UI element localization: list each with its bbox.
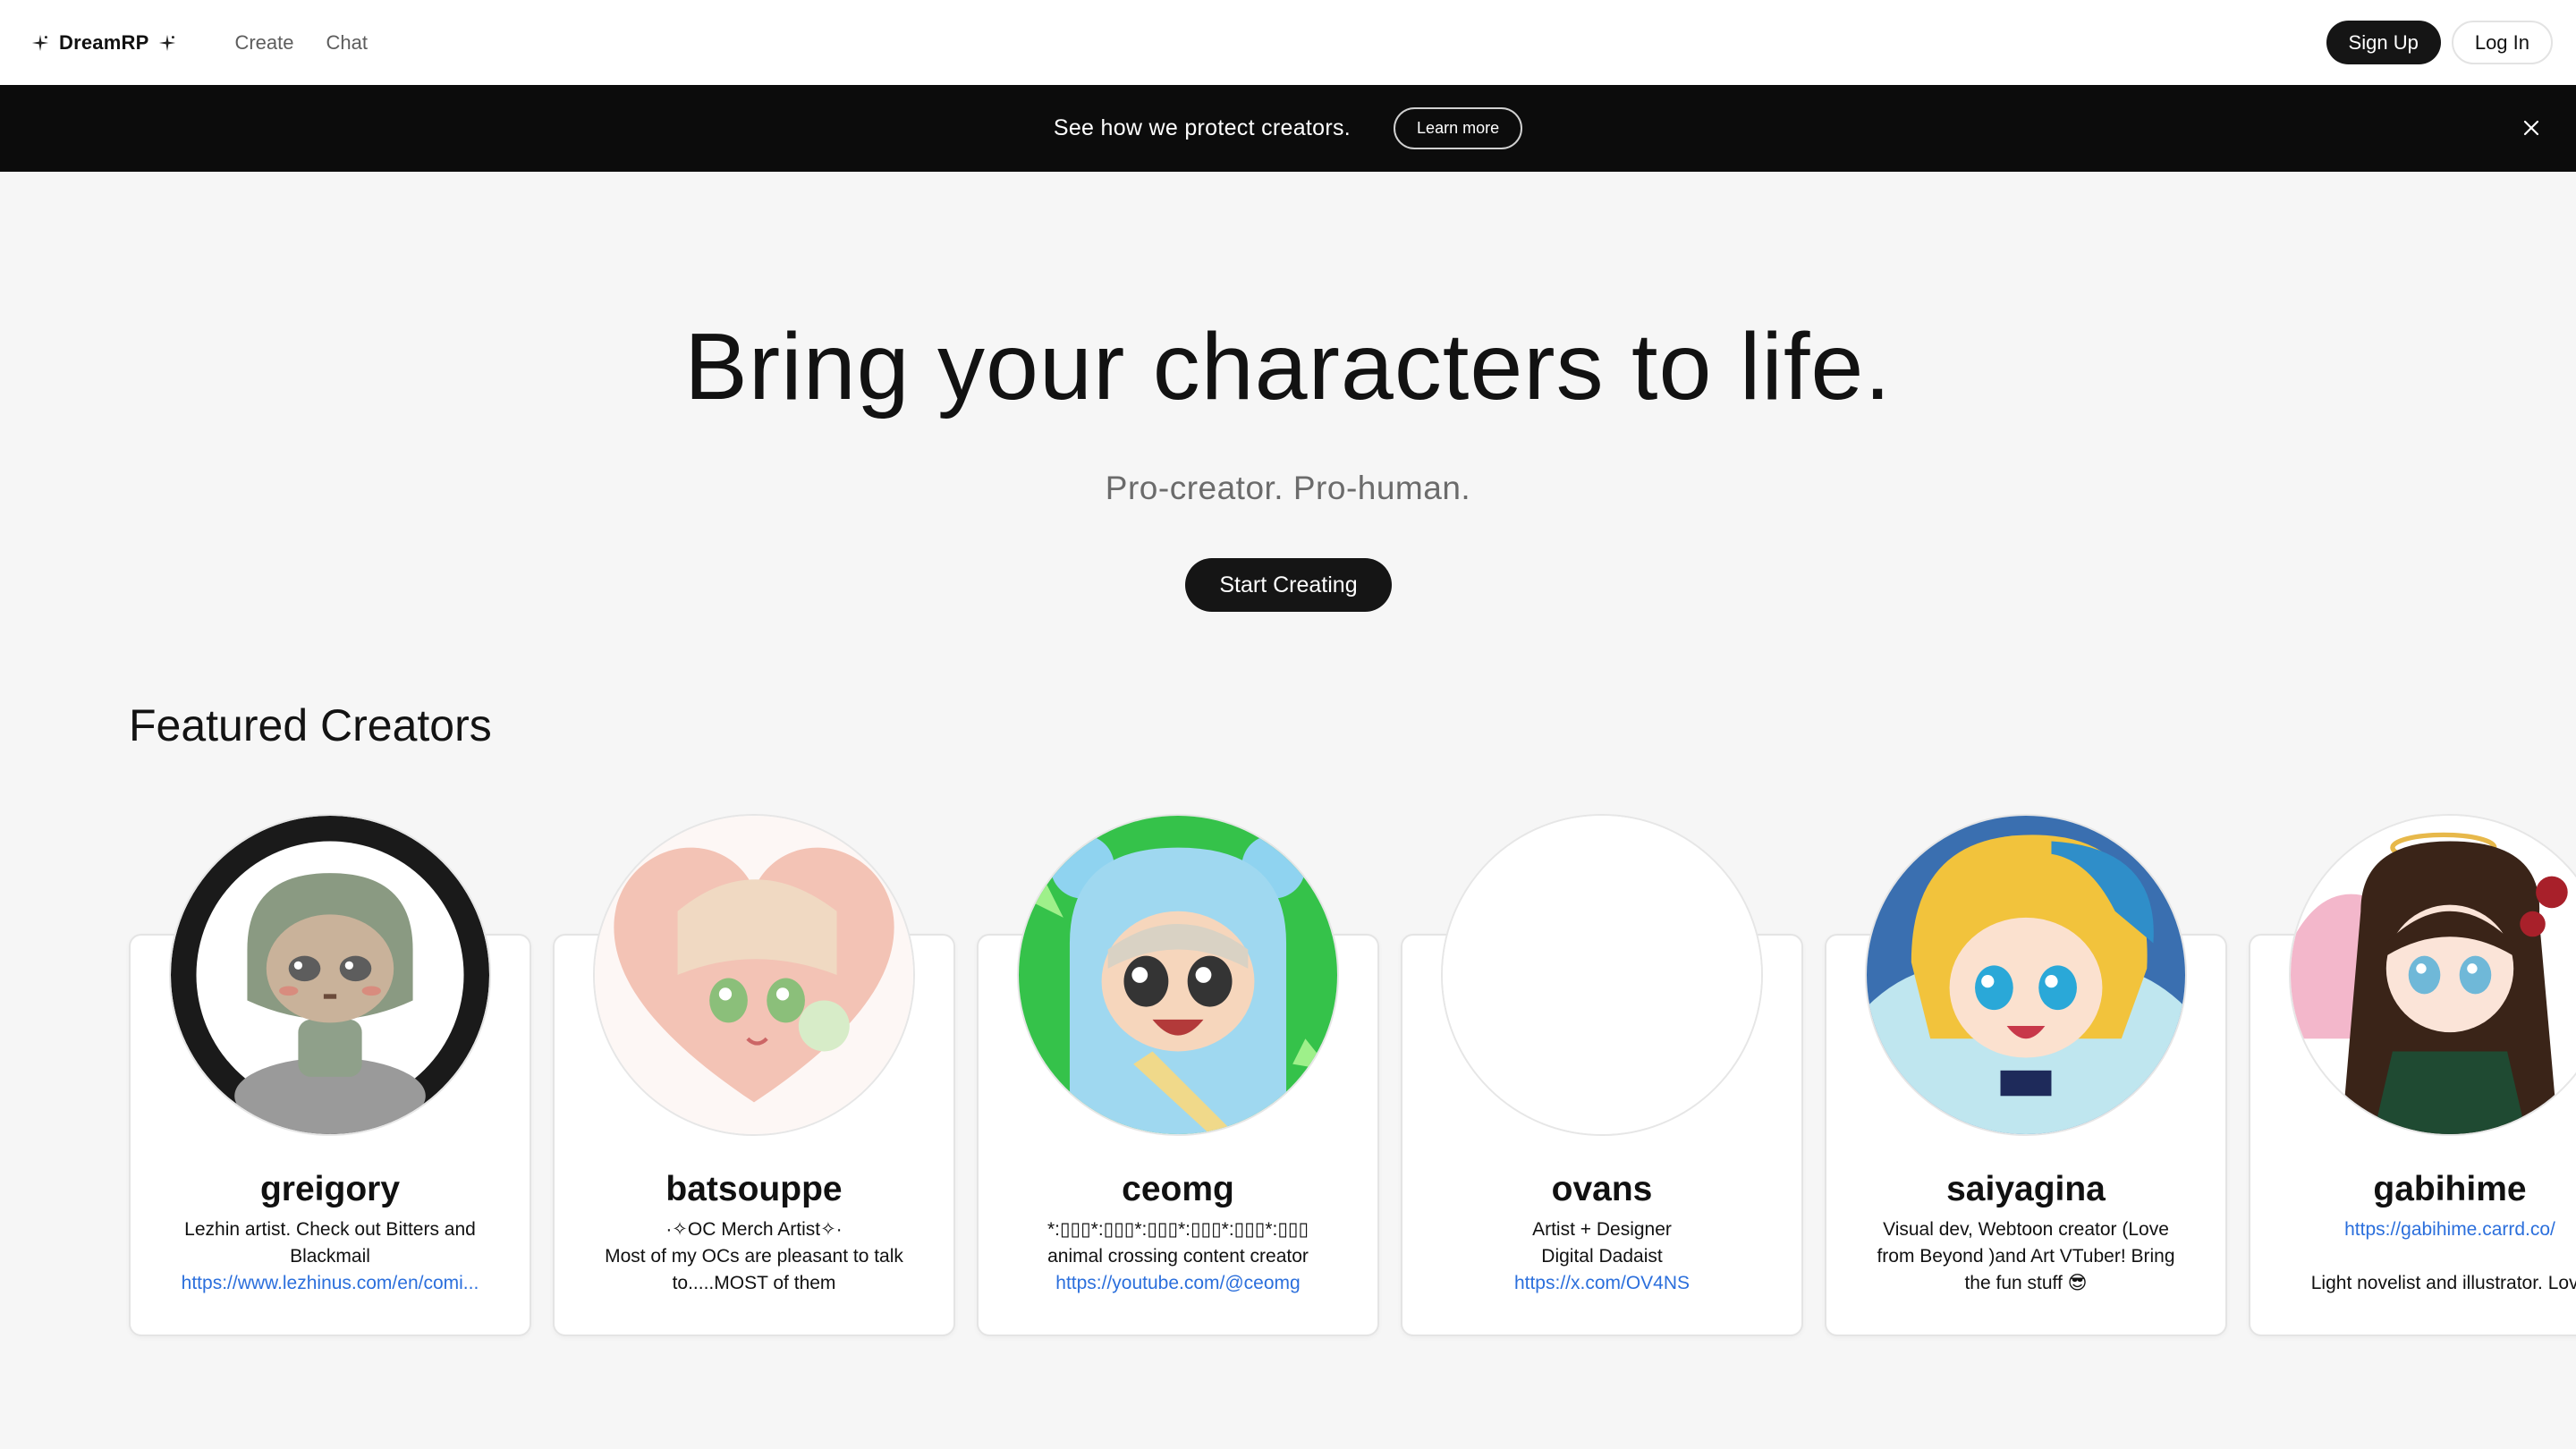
creator-card[interactable]: greigory Lezhin artist. Check out Bitter…: [129, 814, 531, 1336]
avatar-image: [171, 816, 489, 1134]
avatar[interactable]: [169, 814, 491, 1136]
creator-link[interactable]: https://www.lezhinus.com/en/comi...: [154, 1270, 506, 1297]
creator-card[interactable]: ovans Artist + Designer Digital Dadaist …: [1401, 814, 1803, 1336]
bio-spacer: [2274, 1243, 2576, 1270]
creator-name: greigory: [259, 1170, 401, 1208]
bio-line: Digital Dadaist: [1541, 1246, 1663, 1267]
bio-line: Lezhin artist. Check out Bitters and: [184, 1219, 476, 1240]
bio-line: Blackmail: [290, 1246, 370, 1267]
creator-bio: Lezhin artist. Check out Bitters and Bla…: [154, 1216, 506, 1297]
avatar-image: [1867, 816, 2185, 1134]
avatar-image: [1019, 816, 1337, 1134]
bio-line: Light novelist and illustrator. Love: [2310, 1273, 2576, 1293]
bio-line: to.....MOST of them: [672, 1273, 836, 1293]
bio-line: from Beyond )and Art VTuber! Bring: [1877, 1246, 2175, 1267]
bio-line: Artist + Designer: [1532, 1219, 1672, 1240]
creator-card[interactable]: ceomg *:▯▯▯*:▯▯▯*:▯▯▯*:▯▯▯*:▯▯▯*:▯▯▯ ani…: [977, 814, 1379, 1336]
creator-link[interactable]: https://gabihime.carrd.co/: [2274, 1216, 2576, 1243]
creator-bio: https://gabihime.carrd.co/ Light novelis…: [2274, 1216, 2576, 1297]
bio-line: animal crossing content creator: [1047, 1246, 1309, 1267]
creator-name: ceomg: [1122, 1170, 1234, 1208]
creator-link[interactable]: https://youtube.com/@ceomg: [1002, 1270, 1354, 1297]
bio-line: *:▯▯▯*:▯▯▯*:▯▯▯*:▯▯▯*:▯▯▯*:▯▯▯: [1046, 1219, 1309, 1240]
avatar-image: [595, 816, 913, 1134]
creator-name: ovans: [1551, 1170, 1653, 1208]
avatar[interactable]: [1441, 814, 1763, 1136]
creator-name: saiyagina: [1946, 1170, 2106, 1208]
bio-line: Visual dev, Webtoon creator (Love: [1883, 1219, 2169, 1240]
avatar-image: [2291, 816, 2576, 1134]
avatar-image: [1443, 816, 1761, 1134]
creator-bio: Visual dev, Webtoon creator (Love from B…: [1850, 1216, 2202, 1297]
creator-name: gabihime: [2373, 1170, 2527, 1208]
creator-bio: ·✧OC Merch Artist✧· Most of my OCs are p…: [578, 1216, 930, 1297]
creator-card[interactable]: batsouppe ·✧OC Merch Artist✧· Most of my…: [553, 814, 955, 1336]
avatar[interactable]: [1017, 814, 1339, 1136]
bio-line: Most of my OCs are pleasant to talk: [605, 1246, 903, 1267]
avatar[interactable]: [593, 814, 915, 1136]
bio-line: the fun stuff 😎: [1964, 1273, 2088, 1293]
creator-card[interactable]: saiyagina Visual dev, Webtoon creator (L…: [1825, 814, 2227, 1336]
creator-name: batsouppe: [665, 1170, 843, 1208]
creator-list: greigory Lezhin artist. Check out Bitter…: [0, 0, 2576, 1449]
creator-link[interactable]: https://x.com/OV4NS: [1426, 1270, 1778, 1297]
bio-line: ·✧OC Merch Artist✧·: [665, 1219, 843, 1240]
creator-card[interactable]: gabihime https://gabihime.carrd.co/ Ligh…: [2249, 814, 2576, 1336]
creator-bio: *:▯▯▯*:▯▯▯*:▯▯▯*:▯▯▯*:▯▯▯*:▯▯▯ animal cr…: [1002, 1216, 1354, 1297]
creator-bio: Artist + Designer Digital Dadaist https:…: [1426, 1216, 1778, 1297]
avatar[interactable]: [1865, 814, 2187, 1136]
